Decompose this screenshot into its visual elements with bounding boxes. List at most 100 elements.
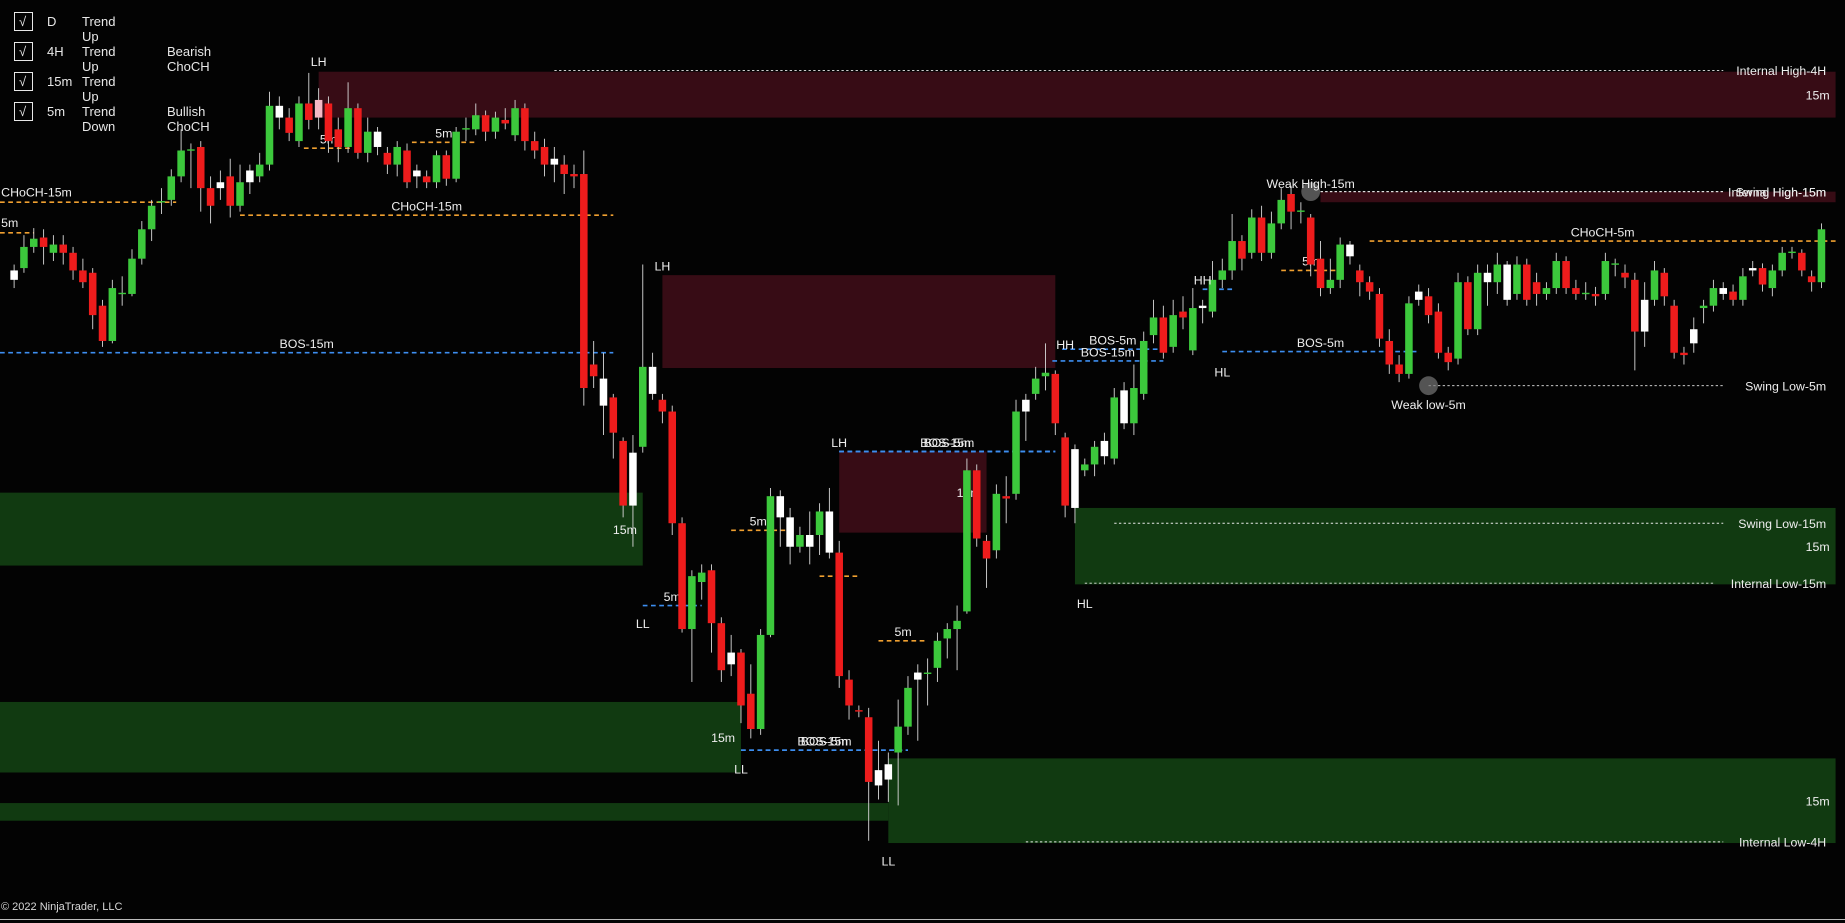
candle-body [255,164,264,177]
candle [196,141,205,212]
candle [98,299,107,347]
legend-checkbox-5m[interactable]: √ [14,102,33,121]
candle [1365,276,1374,300]
candle-body [1051,373,1060,424]
candle [1493,252,1502,294]
candle-body [874,770,883,786]
candle-body [1169,315,1177,347]
candle-body [530,141,539,151]
candle [540,138,549,177]
candle-body [69,252,77,271]
candle [39,229,48,265]
bull-zone [888,758,1836,844]
candle-body [1424,296,1433,316]
bull-zone [0,803,889,821]
candle [1650,261,1659,306]
swing-label: HL [1077,597,1093,611]
candle [707,564,716,653]
legend-timeframe: 5m [47,104,66,119]
candle-body [1081,464,1089,471]
candle [157,188,166,214]
candle-body [285,117,293,133]
candle-body [864,717,873,782]
candle [1670,299,1678,359]
candle-body [1090,446,1099,465]
candle [1316,241,1325,297]
candle [118,276,126,306]
candle [1031,366,1040,400]
candle-body [275,105,284,118]
candle [69,246,77,280]
candle-body [609,397,618,433]
candle-body [1061,437,1069,506]
candle [1660,268,1669,306]
candle [658,393,667,424]
candle-body [1041,372,1050,377]
candle-body [118,292,126,295]
candle-body [393,146,401,165]
legend-checkbox-15m[interactable]: √ [14,72,33,91]
candle [1267,211,1276,259]
candle-body [766,496,775,635]
candle [334,117,343,163]
candle-body [570,174,578,177]
candle [972,464,981,547]
candle [255,152,264,183]
candlestick-chart[interactable]: 15m15m15m15m15m15m Internal High-4HInter… [0,0,1845,923]
candle [1699,299,1708,324]
swing-label: Weak High-15m [1267,177,1355,191]
candle [599,352,608,436]
swing-label: LH [831,436,847,450]
candle-body [1198,305,1207,309]
candle-body [835,552,843,677]
candle-body [904,687,912,727]
candle-body [1542,288,1551,294]
candle-body [1287,194,1295,212]
candle [560,155,568,195]
candle-body [972,470,981,539]
candle-body [20,246,28,269]
candle [1631,272,1639,371]
legend-trend: Trend Up [82,14,116,44]
candle-body [1110,397,1119,459]
candle-body [1120,390,1128,424]
candle [1247,209,1256,259]
candle [1748,261,1757,277]
candle-body [1100,440,1109,457]
line-label: Swing Low-5m [1745,379,1826,393]
legend-checkbox-4h[interactable]: √ [14,42,33,61]
line-label: BOS-15m [280,337,334,351]
candle-body [196,146,205,189]
candle [550,146,559,183]
candle [305,72,313,130]
candle [1257,205,1266,262]
candle-body [29,238,38,247]
candle-body [491,117,500,132]
candle [982,534,991,588]
line-label: 5m [1,216,18,230]
candle-body [589,364,598,377]
candle [1690,317,1698,353]
candle [1434,303,1443,359]
candle-body [413,170,421,177]
candle-body [805,534,814,547]
candle-body [422,176,431,183]
candle [923,658,932,706]
candle [29,228,38,253]
candle [668,405,676,535]
candle [580,150,588,406]
candle-body [678,523,686,630]
candle-body [658,399,667,412]
candle-body [1640,299,1649,332]
legend-checkbox-d[interactable]: √ [14,12,33,31]
candle [275,96,284,130]
candle [815,503,824,555]
candle [688,570,696,682]
candle-body [1807,276,1816,283]
candle [413,164,421,189]
candle [1179,296,1187,330]
candle-body [1159,317,1168,353]
candle-body [894,726,902,753]
candle [1807,270,1816,292]
candle [1414,284,1423,306]
